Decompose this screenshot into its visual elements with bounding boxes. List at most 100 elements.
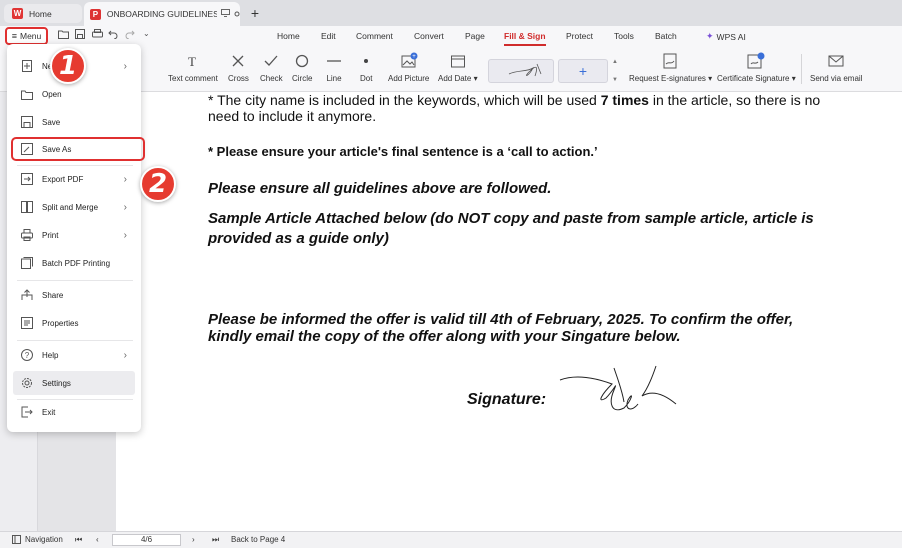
- menu-item-label: Save: [42, 117, 61, 127]
- tab-edit[interactable]: Edit: [321, 31, 336, 41]
- menu-row: ≡ Menu ⌄ Home Edit Comment Convert Page …: [0, 26, 902, 46]
- menu-item-export-pdf[interactable]: Export PDF ›: [13, 167, 135, 191]
- circle-button[interactable]: Circle: [292, 52, 312, 83]
- back-to-page-link[interactable]: Back to Page 4: [231, 535, 285, 544]
- chevron-right-icon: ›: [123, 229, 127, 241]
- chevron-right-icon: ›: [123, 60, 127, 72]
- wps-logo-icon: W: [12, 8, 23, 19]
- menu-item-batch-pdf-printing[interactable]: Batch PDF Printing: [13, 251, 135, 275]
- menu-item-help[interactable]: ? Help ›: [13, 343, 135, 367]
- save-quick-icon[interactable]: [75, 29, 85, 42]
- save-icon: [21, 116, 33, 128]
- send-via-email-label: Send via email: [810, 74, 863, 83]
- menu-item-save-as[interactable]: Save As: [11, 137, 145, 161]
- menu-item-print[interactable]: Print ›: [13, 223, 135, 247]
- first-page-icon[interactable]: ⏮: [75, 535, 82, 545]
- menu-item-save[interactable]: Save: [13, 110, 135, 134]
- share-icon: [21, 289, 33, 301]
- menu-item-properties[interactable]: Properties: [13, 311, 135, 335]
- tab-bar: W Home P ONBOARDING GUIDELINES PD +: [0, 0, 902, 26]
- check-label: Check: [260, 74, 283, 83]
- page-number-input[interactable]: 4/6: [112, 534, 181, 546]
- tab-document[interactable]: P ONBOARDING GUIDELINES PD: [84, 2, 240, 26]
- tab-comment[interactable]: Comment: [356, 31, 393, 41]
- tab-batch[interactable]: Batch: [655, 31, 677, 41]
- menu-item-split-merge[interactable]: Split and Merge ›: [13, 195, 135, 219]
- certificate-icon: [746, 52, 766, 70]
- doc-line-call-to-action: * Please ensure your article's final sen…: [208, 144, 598, 159]
- navigation-label[interactable]: Navigation: [25, 535, 63, 544]
- tab-wps-ai-label: WPS AI: [716, 31, 746, 42]
- cross-icon: [231, 52, 245, 70]
- add-signature-button[interactable]: +: [558, 59, 608, 83]
- menu-item-label: Properties: [42, 318, 79, 328]
- chevron-right-icon: ›: [123, 349, 127, 361]
- request-esignatures-label: Request E-signatures ▾: [629, 74, 713, 83]
- tab-wps-ai[interactable]: ✦ WPS AI: [706, 31, 746, 42]
- saved-signature-thumbnail[interactable]: [488, 59, 554, 83]
- tab-page[interactable]: Page: [465, 31, 485, 41]
- new-tab-button[interactable]: +: [246, 4, 264, 22]
- dot-icon: [361, 52, 371, 70]
- tab-home-nav[interactable]: Home: [277, 31, 300, 41]
- menu-item-settings[interactable]: Settings: [13, 371, 135, 395]
- dot-button[interactable]: Dot: [360, 52, 372, 83]
- certificate-signature-label: Certificate Signature ▾: [717, 74, 796, 83]
- line-label: Line: [326, 74, 342, 83]
- split-icon: [21, 201, 33, 213]
- chevron-right-icon: ›: [123, 173, 127, 185]
- menu-divider: [17, 165, 133, 166]
- menu-divider: [17, 340, 133, 341]
- next-page-icon[interactable]: ›: [192, 535, 195, 544]
- print-quick-icon[interactable]: [92, 29, 103, 42]
- navigation-panel-icon[interactable]: [12, 535, 21, 546]
- request-esign-icon: [662, 52, 680, 70]
- add-picture-label: Add Picture: [388, 74, 430, 83]
- dot-label: Dot: [360, 74, 373, 83]
- monitor-icon[interactable]: [221, 9, 230, 19]
- add-picture-button[interactable]: + Add Picture: [388, 52, 429, 83]
- chevron-up-icon[interactable]: ▲: [612, 59, 620, 65]
- circle-icon: [295, 52, 309, 70]
- send-via-email-button[interactable]: Send via email: [810, 52, 862, 83]
- sparkle-icon: ✦: [706, 31, 714, 41]
- add-date-label: Add Date ▾: [438, 74, 478, 83]
- redo-icon[interactable]: [125, 29, 135, 42]
- check-button[interactable]: Check: [260, 52, 283, 83]
- tab-fill-sign[interactable]: Fill & Sign: [504, 31, 546, 46]
- tab-tools[interactable]: Tools: [614, 31, 634, 41]
- step-badge-1: 1: [50, 48, 86, 84]
- certificate-signature-button[interactable]: Certificate Signature ▾: [717, 52, 796, 83]
- cross-button[interactable]: Cross: [228, 52, 249, 83]
- prev-page-icon[interactable]: ‹: [96, 535, 99, 544]
- signature-scroll[interactable]: ▲ ▼: [612, 59, 620, 83]
- open-folder-icon[interactable]: [58, 29, 69, 42]
- cross-label: Cross: [228, 74, 249, 83]
- menu-item-open[interactable]: Open: [13, 82, 135, 106]
- last-page-icon[interactable]: ⏭: [212, 535, 219, 545]
- menu-button[interactable]: ≡ Menu: [5, 27, 48, 45]
- menu-item-exit[interactable]: Exit: [13, 400, 135, 424]
- plus-doc-icon: [21, 60, 33, 72]
- menu-item-label: Help: [42, 350, 59, 360]
- tab-home[interactable]: W Home: [4, 4, 82, 23]
- hamburger-icon: ≡: [11, 31, 17, 41]
- chevron-down-icon[interactable]: ⌄: [143, 29, 150, 38]
- menu-item-label: Batch PDF Printing: [42, 258, 111, 268]
- tab-protect[interactable]: Protect: [566, 31, 593, 41]
- menu-item-share[interactable]: Share: [13, 283, 135, 307]
- doc-line-no-need: need to include it anymore.: [208, 108, 377, 124]
- add-date-button[interactable]: Add Date ▾: [438, 52, 478, 83]
- tab-home-label: Home: [29, 8, 52, 19]
- text-comment-button[interactable]: T Text comment: [168, 52, 218, 83]
- print-icon: [21, 229, 33, 241]
- undo-icon[interactable]: [108, 29, 118, 42]
- menu-item-label: Print: [42, 230, 59, 240]
- request-esignatures-button[interactable]: Request E-signatures ▾: [629, 52, 712, 83]
- tab-convert[interactable]: Convert: [414, 31, 444, 41]
- calendar-icon: [450, 52, 466, 70]
- add-picture-icon: +: [400, 52, 418, 70]
- dot-indicator-icon[interactable]: [234, 10, 240, 19]
- line-button[interactable]: Line: [326, 52, 342, 83]
- chevron-down-icon[interactable]: ▼: [612, 77, 620, 83]
